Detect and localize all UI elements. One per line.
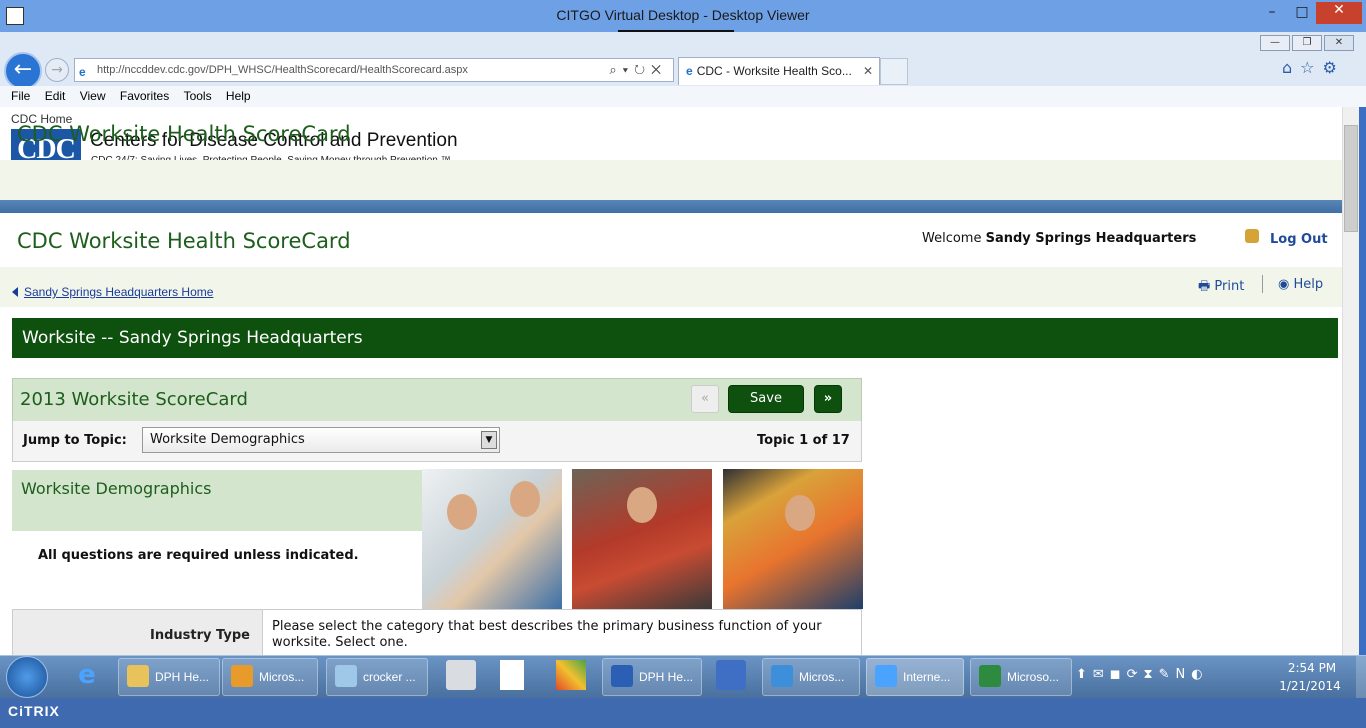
menu-view[interactable]: View [80,86,106,107]
start-button[interactable] [6,656,48,698]
taskbar-item-excel[interactable]: Microso... [970,658,1072,696]
menu-file[interactable]: File [11,86,30,107]
tab-close-icon[interactable]: ✕ [863,58,873,85]
lock-icon [1245,229,1259,243]
scrollbar-thumb[interactable] [1344,125,1358,232]
topic-count: Topic 1 of 17 [757,433,850,448]
required-note: All questions are required unless indica… [38,548,359,563]
logout-link[interactable]: Log Out [1270,232,1328,247]
system-tray-icons[interactable]: ⬆✉◼⟳⧗✎N◐ [1076,667,1209,682]
menu-favorites[interactable]: Favorites [120,86,169,107]
chevron-down-icon[interactable]: ▼ [481,431,497,449]
outer-window-title: CITGO Virtual Desktop - Desktop Viewer [556,7,810,23]
printer-icon: 🖶 [1198,279,1215,294]
lync-icon [771,665,793,687]
blank-document-icon[interactable] [500,660,524,690]
taskbar-label: Micros... [799,670,845,684]
outlook-icon [231,665,253,687]
clock-time[interactable]: 2:54 PM [1284,661,1340,675]
outer-maximize-button[interactable]: □ [1288,4,1316,24]
ie-icon [875,665,897,687]
excel-icon [979,665,1001,687]
taskbar-label: DPH He... [639,670,694,684]
colorful-app-icon[interactable] [556,660,586,690]
help-icon: ◉ [1278,277,1294,292]
taskbar-item-dph-folder[interactable]: DPH He... [118,658,220,696]
scorecard-title: 2013 Worksite ScoreCard [20,389,248,410]
ie-page-icon: e [79,65,86,79]
next-topic-button[interactable]: » [814,385,842,413]
word-icon [611,665,633,687]
menu-tools[interactable]: Tools [184,86,212,107]
taskbar-label: DPH He... [155,670,210,684]
browser-minimize-button[interactable]: — [1260,35,1290,51]
tab-ie-icon: e [686,64,693,78]
taskbar-item-crocker[interactable]: crocker ... [326,658,428,696]
jump-select-value: Worksite Demographics [150,432,305,447]
outer-title-bar: CITGO Virtual Desktop - Desktop Viewer –… [0,0,1366,32]
industry-type-label: Industry Type [150,628,250,643]
home-favorites-tools-icons[interactable]: ⌂☆⚙ [1282,58,1345,77]
browser-restore-button[interactable]: ❐ [1292,35,1322,51]
browser-tab[interactable]: e CDC - Worksite Health Sco... ✕ [678,57,880,85]
back-arrow-icon [12,287,18,297]
browser-close-button[interactable]: ✕ [1324,35,1354,51]
back-button[interactable]: ← [4,52,42,90]
address-bar[interactable]: e http://nccddev.cdc.gov/DPH_WHSC/HealthS… [74,58,674,82]
taskbar-label: Micros... [259,670,305,684]
taskbar-label: Microso... [1007,670,1060,684]
notepad-icon [335,665,357,687]
jump-to-topic-select[interactable]: Worksite Demographics ▼ [142,427,500,453]
menu-edit[interactable]: Edit [45,86,66,107]
welcome-message: Welcome Sandy Springs Headquarters [922,231,1196,246]
save-button[interactable]: Save [728,385,804,413]
welcome-user: Sandy Springs Headquarters [985,231,1197,246]
industry-question: Please select the category that best des… [272,619,822,650]
welcome-prefix: Welcome [922,231,986,246]
folder-icon [127,665,149,687]
section-title: Worksite Demographics [21,479,212,498]
tab-title: CDC - Worksite Health Sco... [696,64,852,78]
show-desktop-button[interactable] [1356,656,1366,698]
calculator-icon[interactable] [446,660,476,690]
taskbar-label: Interne... [903,670,951,684]
outer-minimize-button[interactable]: – [1258,4,1286,24]
toolbar-separator [1262,275,1263,293]
outer-close-button[interactable]: ✕ [1316,2,1362,24]
worksite-title-bar: Worksite -- Sandy Springs Headquarters [12,318,1338,358]
ie-taskbar-icon[interactable]: e [72,660,102,690]
jump-to-topic-label: Jump to Topic: [23,433,127,448]
previous-topic-button[interactable]: « [691,385,719,413]
construction-worker-photo [723,469,863,609]
new-tab-button[interactable] [880,58,908,85]
breadcrumb-bar [0,160,1342,200]
taskbar-item-internet-explorer[interactable]: Interne... [866,658,964,696]
address-url: http://nccddev.cdc.gov/DPH_WHSC/HealthSc… [97,64,468,76]
help-label: Help [1293,277,1324,292]
citrix-footer [0,698,1366,728]
office-workers-photo [422,469,562,609]
taskbar-label: crocker ... [363,670,416,684]
menu-help[interactable]: Help [226,86,251,107]
address-tools-icons[interactable]: ⌕▾↻✕ [609,59,667,81]
citrix-logo: CiTRIX [8,703,60,719]
taskbar-item-outlook[interactable]: Micros... [222,658,318,696]
taskbar-item-lync[interactable]: Micros... [762,658,860,696]
help-link[interactable]: ◉ Help [1278,277,1323,292]
store-clerk-photo [572,469,712,609]
print-link[interactable]: 🖶 Print [1198,277,1244,299]
taskbar-item-dph-word[interactable]: DPH He... [602,658,702,696]
forward-button[interactable]: → [45,58,69,82]
visio-icon[interactable] [716,660,746,690]
breadcrumb-home-link[interactable]: Sandy Springs Headquarters Home [24,285,213,299]
app-title-text: CDC Worksite Health ScoreCard [17,229,351,253]
app-title: CDC Worksite Health ScoreCard [17,122,351,146]
print-label: Print [1214,279,1245,294]
menu-bar: File Edit View Favorites Tools Help [0,86,1366,107]
clock-date[interactable]: 1/21/2014 [1278,679,1342,693]
